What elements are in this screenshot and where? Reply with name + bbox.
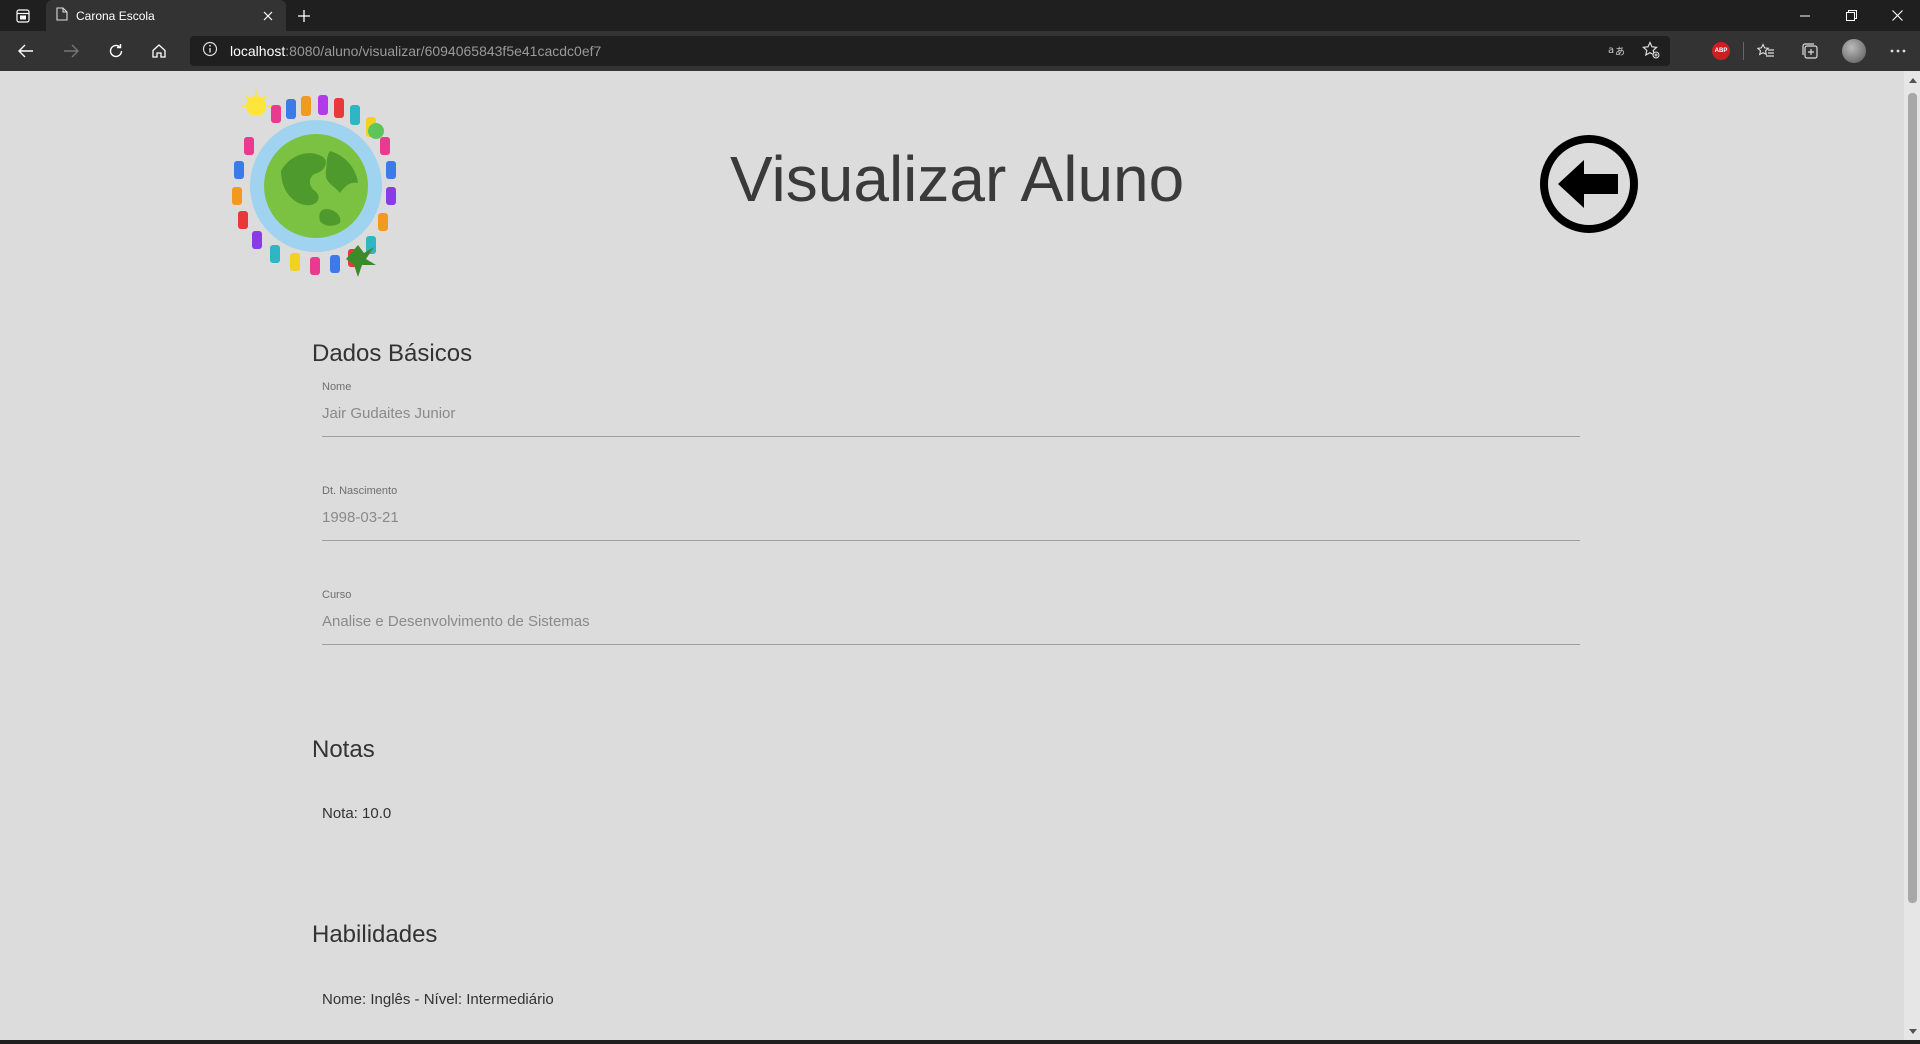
back-arrow-icon[interactable] <box>12 37 40 65</box>
section-title-skills: Habilidades <box>312 921 438 948</box>
minimize-icon[interactable] <box>1782 0 1828 31</box>
close-tab-icon[interactable] <box>260 8 276 24</box>
tab-title: Carona Escola <box>76 8 155 23</box>
field-label: Dt. Nascimento <box>322 485 398 497</box>
skill-item: Nome: Inglês - Nível: Intermediário <box>322 991 554 1008</box>
restore-icon[interactable] <box>1828 0 1874 31</box>
page-scrollbar[interactable] <box>1904 71 1920 1040</box>
grade-item: Nota: 10.0 <box>322 805 392 822</box>
svg-text:あ: あ <box>1615 46 1625 58</box>
field-dt-nascimento[interactable]: Dt. Nascimento 1998-03-21 <box>322 485 1580 541</box>
page-title: Visualizar Aluno <box>730 143 1185 215</box>
tab-strip: Carona Escola <box>0 0 1920 31</box>
field-value: 1998-03-21 <box>322 509 399 526</box>
field-label: Nome <box>322 381 352 393</box>
url-path: :8080/aluno/visualizar/6094065843f5e41ca… <box>285 43 602 59</box>
profile-avatar[interactable] <box>1832 37 1876 65</box>
window-controls <box>1782 0 1920 31</box>
url-host: localhost <box>230 43 286 59</box>
svg-text:a: a <box>1608 45 1614 56</box>
close-window-icon[interactable] <box>1874 0 1920 31</box>
field-label: Curso <box>322 589 352 601</box>
page-icon <box>56 6 68 25</box>
scrollbar-thumb[interactable] <box>1908 93 1917 903</box>
collections-icon[interactable] <box>1788 37 1832 65</box>
address-bar[interactable]: localhost:8080/aluno/visualizar/60940658… <box>190 36 1670 66</box>
field-curso[interactable]: Curso Analise e Desenvolvimento de Siste… <box>322 589 1580 645</box>
scroll-up-icon[interactable] <box>1908 75 1917 84</box>
favorites-icon[interactable] <box>1744 37 1788 65</box>
field-value: Jair Gudaites Junior <box>322 405 456 422</box>
scroll-down-icon[interactable] <box>1908 1027 1917 1036</box>
section-title-grades: Notas <box>312 736 375 763</box>
section-title-basic: Dados Básicos <box>312 340 473 367</box>
url-text: localhost:8080/aluno/visualizar/60940658… <box>230 43 601 59</box>
toolbar-actions: ABP <box>1699 37 1920 65</box>
globe-kids-logo <box>226 91 406 277</box>
adblock-icon[interactable]: ABP <box>1699 37 1743 65</box>
site-info-icon[interactable] <box>202 41 218 61</box>
window-bottom-edge <box>0 1040 1920 1044</box>
home-icon[interactable] <box>145 37 173 65</box>
back-button[interactable] <box>1538 133 1640 235</box>
add-favorite-icon[interactable] <box>1642 41 1660 63</box>
back-circle-arrow-icon <box>1540 135 1638 233</box>
field-nome[interactable]: Nome Jair Gudaites Junior <box>322 381 1580 437</box>
forward-arrow-icon[interactable] <box>57 37 85 65</box>
more-options-icon[interactable] <box>1876 37 1920 65</box>
browser-toolbar: localhost:8080/aluno/visualizar/60940658… <box>0 31 1920 71</box>
new-tab-icon[interactable] <box>294 6 314 26</box>
active-tab[interactable]: Carona Escola <box>46 0 286 31</box>
reload-icon[interactable] <box>102 37 130 65</box>
field-value: Analise e Desenvolvimento de Sistemas <box>322 613 590 630</box>
translate-icon[interactable]: aあ <box>1608 42 1626 62</box>
tab-actions-icon[interactable] <box>10 5 36 27</box>
